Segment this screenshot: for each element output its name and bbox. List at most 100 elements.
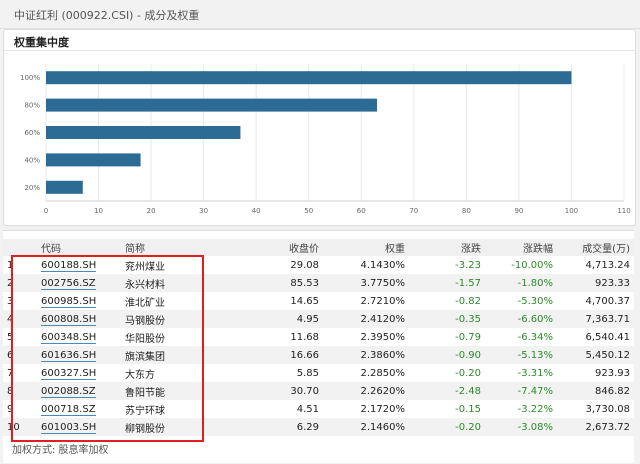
volume: 5,450.12 bbox=[557, 346, 634, 364]
x-tick-label: 110 bbox=[617, 207, 630, 215]
table-row[interactable]: 4 600808.SH 马钢股份 4.95 2.4120% -0.35 -6.60% 7,36… bbox=[3, 310, 634, 328]
close-price: 5.85 bbox=[296, 367, 319, 379]
volume: 4,700.37 bbox=[585, 295, 630, 307]
price-change: -1.57 bbox=[409, 274, 485, 292]
y-category-label: 20% bbox=[24, 184, 40, 192]
price-change: -0.20 bbox=[409, 418, 485, 436]
stock-code[interactable]: 002756.SZ bbox=[37, 274, 121, 292]
x-tick-label: 70 bbox=[409, 207, 418, 215]
volume: 4,713.24 bbox=[585, 259, 630, 271]
stock-code[interactable]: 600188.SH bbox=[37, 256, 121, 274]
table-row[interactable]: 8 002088.SZ 鲁阳节能 30.70 2.2620% -2.48 -7.47% 846… bbox=[3, 382, 634, 400]
bar[interactable] bbox=[46, 126, 241, 139]
volume: 3,730.08 bbox=[585, 403, 630, 415]
volume: 2,673.72 bbox=[557, 418, 634, 436]
row-index: 3 bbox=[7, 295, 14, 307]
y-category-label: 100% bbox=[20, 74, 40, 82]
price-change: -0.82 bbox=[455, 295, 481, 307]
table-row[interactable]: 9 000718.SZ 苏宁环球 4.51 2.1720% -0.15 -3.22% 3,73… bbox=[3, 400, 634, 418]
col-header-close[interactable]: 收盘价 bbox=[203, 239, 323, 256]
bar[interactable] bbox=[46, 153, 141, 167]
stock-code-link[interactable]: 601636.SH bbox=[41, 349, 97, 362]
change-pct: -6.34% bbox=[517, 331, 553, 343]
volume: 6,540.41 bbox=[585, 331, 630, 343]
table-row[interactable]: 1 600188.SH 兖州煤业 29.08 4.1430% -3.23 -10.00% 4,… bbox=[3, 256, 634, 274]
bar[interactable] bbox=[46, 71, 572, 85]
price-change: -3.23 bbox=[455, 259, 481, 271]
col-header-code[interactable]: 代码 bbox=[37, 239, 121, 256]
stock-code-link[interactable]: 000718.SZ bbox=[41, 403, 96, 416]
bar[interactable] bbox=[46, 180, 83, 194]
stock-code-link[interactable]: 600348.SH bbox=[41, 331, 97, 344]
table-row[interactable]: 2 002756.SZ 永兴材料 85.53 3.7750% -1.57 -1.80% 923… bbox=[3, 274, 634, 292]
price-change: -0.20 bbox=[455, 367, 481, 379]
stock-name: 华阳股份 bbox=[125, 333, 165, 345]
weighting-note: 加权方式: 股息率加权 bbox=[12, 445, 109, 456]
change-pct: -7.47% bbox=[485, 382, 557, 400]
row-index: 8 bbox=[3, 382, 37, 400]
weight: 2.1720% bbox=[360, 403, 406, 415]
weight: 2.2620% bbox=[323, 382, 409, 400]
row-index: 2 bbox=[3, 274, 37, 292]
table-row[interactable]: 7 600327.SH 大东方 5.85 2.2850% -0.20 -3.31% 923.9… bbox=[3, 364, 634, 382]
volume: 7,363.71 bbox=[557, 310, 634, 328]
col-header-weight[interactable]: 权重 bbox=[323, 239, 409, 256]
stock-code-link[interactable]: 600808.SH bbox=[41, 313, 97, 326]
close-price: 14.65 bbox=[290, 295, 319, 307]
change-pct: -5.30% bbox=[517, 295, 553, 307]
table-row[interactable]: 5 600348.SH 华阳股份 11.68 2.3950% -0.79 -6.34% 6,5… bbox=[3, 328, 634, 346]
col-header-index[interactable] bbox=[3, 239, 37, 256]
col-header-change[interactable]: 涨跌 bbox=[409, 239, 485, 256]
close-price: 11.68 bbox=[290, 331, 319, 343]
stock-name: 柳钢股份 bbox=[121, 418, 203, 436]
row-index: 5 bbox=[7, 331, 14, 343]
stock-code-link[interactable]: 600327.SH bbox=[41, 367, 97, 380]
change-pct: -3.31% bbox=[517, 367, 553, 379]
stock-code-link[interactable]: 601003.SH bbox=[41, 421, 97, 434]
stock-code[interactable]: 600808.SH bbox=[37, 310, 121, 328]
table-row[interactable]: 6 601636.SH 旗滨集团 16.66 2.3860% -0.90 -5.13% 5,4… bbox=[3, 346, 634, 364]
x-tick-label: 90 bbox=[514, 207, 523, 215]
change-pct: -5.13% bbox=[485, 346, 557, 364]
stock-code[interactable]: 600985.SH bbox=[37, 292, 121, 310]
bar[interactable] bbox=[46, 98, 378, 112]
weight: 3.7750% bbox=[323, 274, 409, 292]
change-pct: -1.80% bbox=[485, 274, 557, 292]
y-category-label: 40% bbox=[24, 156, 40, 164]
stock-name: 永兴材料 bbox=[121, 274, 203, 292]
table-row[interactable]: 10 601003.SH 柳钢股份 6.29 2.1460% -0.20 -3.08% 2,6… bbox=[3, 418, 634, 436]
weight-concentration-panel: 权重集中度 0 10 20 30 40 50 60 70 80 90 100 110 100% 80% 60… bbox=[3, 29, 636, 226]
stock-code[interactable]: 600348.SH bbox=[37, 328, 121, 346]
stock-name: 马钢股份 bbox=[121, 310, 203, 328]
row-index: 10 bbox=[3, 418, 37, 436]
stock-code-link[interactable]: 002756.SZ bbox=[41, 277, 96, 290]
stock-code[interactable]: 601636.SH bbox=[37, 346, 121, 364]
price-change: -0.15 bbox=[455, 403, 481, 415]
row-index: 1 bbox=[7, 259, 14, 271]
col-header-name[interactable]: 简称 bbox=[121, 239, 203, 256]
stock-name: 淮北矿业 bbox=[125, 297, 165, 309]
stock-code-link[interactable]: 600188.SH bbox=[41, 259, 97, 272]
stock-code-link[interactable]: 002088.SZ bbox=[41, 385, 96, 398]
stock-code-link[interactable]: 600985.SH bbox=[41, 295, 97, 308]
weight-concentration-chart: 0 10 20 30 40 50 60 70 80 90 100 110 100% 80% 60% 40% 20… bbox=[20, 64, 631, 215]
close-price: 30.70 bbox=[203, 382, 323, 400]
stock-code[interactable]: 000718.SZ bbox=[37, 400, 121, 418]
close-price: 4.51 bbox=[296, 403, 319, 415]
col-header-change-pct[interactable]: 涨跌幅 bbox=[485, 239, 557, 256]
row-index: 4 bbox=[3, 310, 37, 328]
weight: 2.3950% bbox=[360, 331, 406, 343]
stock-code[interactable]: 601003.SH bbox=[37, 418, 121, 436]
x-tick-label: 0 bbox=[44, 207, 48, 215]
col-header-volume[interactable]: 成交量(万) bbox=[557, 239, 634, 256]
close-price: 4.95 bbox=[203, 310, 323, 328]
price-change: -0.79 bbox=[455, 331, 481, 343]
close-price: 85.53 bbox=[203, 274, 323, 292]
stock-name: 鲁阳节能 bbox=[121, 382, 203, 400]
stock-code[interactable]: 600327.SH bbox=[37, 364, 121, 382]
constituents-panel: 代码 简称 收盘价 权重 涨跌 涨跌幅 成交量(万) 1 600188.SH 兖州煤… bbox=[3, 230, 634, 463]
close-price: 6.29 bbox=[203, 418, 323, 436]
table-row[interactable]: 3 600985.SH 淮北矿业 14.65 2.7210% -0.82 -5.30% 4,7… bbox=[3, 292, 634, 310]
y-category-label: 60% bbox=[24, 129, 40, 137]
stock-code[interactable]: 002088.SZ bbox=[37, 382, 121, 400]
